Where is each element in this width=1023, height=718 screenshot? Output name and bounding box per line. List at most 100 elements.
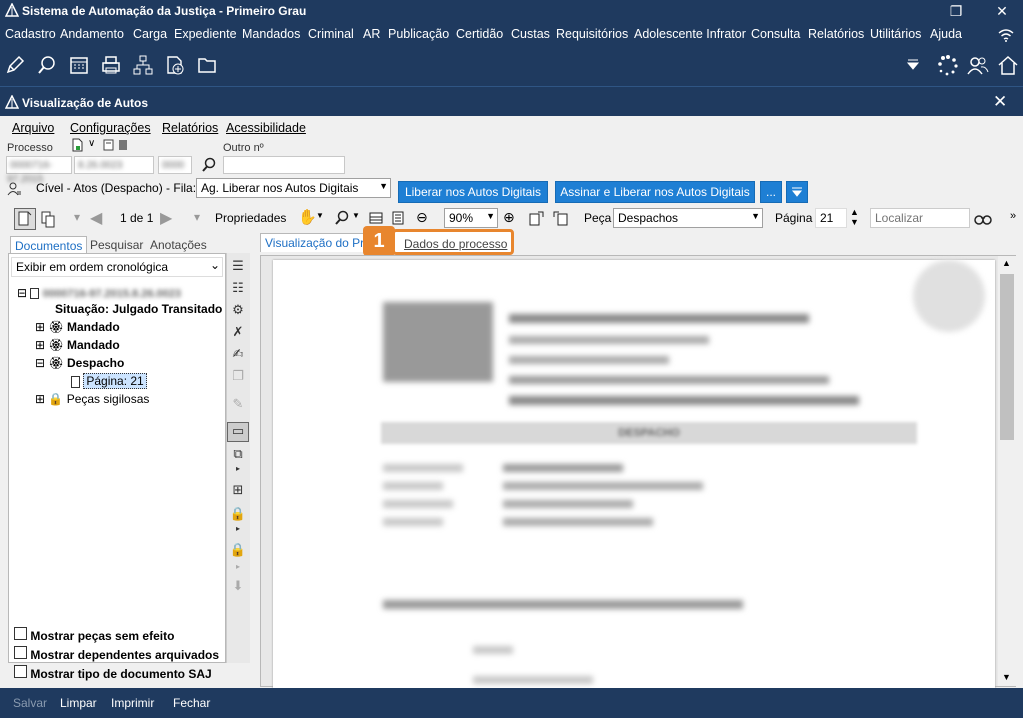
tab-visualizacao[interactable]: Visualização do Pro [260, 233, 376, 252]
liberar-button[interactable]: Liberar nos Autos Digitais [398, 181, 548, 203]
calendar-icon[interactable] [68, 54, 90, 76]
seal-remove-icon[interactable]: ✗ [227, 324, 249, 344]
tab-anotacoes[interactable]: Anotações [146, 236, 211, 254]
list-add-icon[interactable]: ☷ [227, 280, 249, 300]
scroll-up-icon[interactable]: ▲ [1002, 258, 1011, 268]
add-note-icon[interactable]: ⊞ [227, 482, 249, 502]
hierarchy-icon[interactable] [132, 54, 154, 76]
zoom-out-icon[interactable]: ⊖ [416, 209, 428, 226]
note-tool-icon[interactable]: ▭ [227, 422, 249, 442]
zoom-select[interactable]: 90% ▼ [444, 208, 498, 228]
checkbox-dependentes[interactable]: Mostrar dependentes arquivados [14, 646, 219, 662]
overflow-icon[interactable]: » [1010, 210, 1016, 222]
tree-expand-icon[interactable]: ⊞ [35, 392, 45, 406]
menu-publicacao[interactable]: Publicação [388, 27, 449, 41]
pagina-input[interactable]: 21 [815, 208, 847, 228]
vertical-scrollbar[interactable]: ▲ ▼ [998, 256, 1016, 686]
zoom-search-icon[interactable] [334, 210, 350, 226]
checkbox-box[interactable] [14, 665, 27, 678]
binoculars-icon[interactable] [974, 210, 992, 226]
menu-andamento[interactable]: Andamento [60, 27, 124, 41]
last-page-button[interactable]: ▾ [194, 210, 200, 224]
zoom-in-icon[interactable]: ⊕ [503, 209, 515, 226]
stamp-more-icon[interactable]: ▸ [227, 464, 249, 484]
menu-custas[interactable]: Custas [511, 27, 550, 41]
document-green-icon[interactable] [70, 138, 84, 152]
search-icon[interactable] [201, 157, 217, 173]
toggle-panel-button[interactable] [14, 208, 36, 230]
tree-item-sigilosas[interactable]: ⊞ 🔒 Peças sigilosas [35, 392, 149, 406]
tree-expand-icon[interactable]: ⊞ [35, 320, 45, 334]
note-icon[interactable] [103, 139, 115, 151]
menu-criminal[interactable]: Criminal [308, 27, 354, 41]
search-document-icon[interactable] [36, 54, 58, 76]
checkbox-box[interactable] [14, 627, 27, 640]
home-icon[interactable] [997, 54, 1019, 76]
menu-certidao[interactable]: Certidão [456, 27, 503, 41]
tree-collapse-icon[interactable]: ⊟ [17, 286, 27, 300]
hand-dropdown-icon[interactable]: ▼ [316, 211, 324, 220]
tree-item-mandado-1[interactable]: ⊞ 🏵 Mandado [35, 320, 120, 334]
checkbox-sem-efeito[interactable]: Mostrar peças sem efeito [14, 627, 174, 643]
processo-number-part2[interactable]: 8.26.0023 [74, 156, 154, 174]
rotate-icon[interactable] [528, 209, 546, 227]
tree-expand-icon[interactable]: ⊞ [35, 338, 45, 352]
tree-collapse-icon[interactable]: ⊟ [35, 356, 45, 370]
tree-item-despacho[interactable]: ⊟ 🏵 Despacho [35, 356, 124, 370]
imprimir-button[interactable]: Imprimir [111, 696, 154, 710]
fila-select[interactable]: Ag. Liberar nos Autos Digitais ▼ [196, 178, 391, 198]
chevron-down-icon[interactable]: ∨ [88, 138, 95, 149]
limpar-button[interactable]: Limpar [60, 696, 97, 710]
folder-icon[interactable] [196, 54, 218, 76]
users-icon[interactable] [967, 54, 989, 76]
rotate-left-icon[interactable] [551, 209, 569, 227]
copy-pages-icon[interactable] [40, 210, 56, 228]
menu-consulta[interactable]: Consulta [751, 27, 800, 41]
edit-icon[interactable] [4, 54, 26, 76]
menu-cadastro[interactable]: Cadastro [5, 27, 56, 41]
peca-select[interactable]: Despachos ▼ [613, 208, 763, 228]
localizar-input[interactable] [870, 208, 970, 228]
pagina-stepper-icon[interactable]: ▲ ▼ [850, 207, 859, 227]
menu-utilitarios[interactable]: Utilitários [870, 27, 921, 41]
seal-add-icon[interactable]: ⚙ [227, 302, 249, 322]
restore-button[interactable]: ❐ [938, 0, 974, 22]
tab-dados-processo[interactable]: Dados do processo [400, 235, 511, 253]
tree-item-mandado-2[interactable]: ⊞ 🏵 Mandado [35, 338, 120, 352]
hand-tool-icon[interactable]: ✋ [298, 208, 317, 226]
close-window-button[interactable]: ✕ [993, 92, 1007, 112]
add-document-icon[interactable] [164, 54, 186, 76]
scroll-thumb[interactable] [1000, 274, 1014, 440]
checkbox-tipo-documento[interactable]: Mostrar tipo de documento SAJ [14, 665, 212, 681]
menu-relatorios[interactable]: Relatórios [808, 27, 864, 41]
menu-mandados[interactable]: Mandados [242, 27, 300, 41]
menu-ar[interactable]: AR [363, 27, 380, 41]
processo-number-part3[interactable]: 0000 [158, 156, 192, 174]
processo-number-part1[interactable]: 0000716-97.2015 [6, 156, 72, 185]
tree-item-pagina[interactable]: Página: 21 [71, 373, 147, 389]
close-app-button[interactable]: ✕ [984, 0, 1020, 22]
salvar-button[interactable]: Salvar [13, 696, 47, 710]
printer-icon[interactable] [100, 54, 122, 76]
menu-carga[interactable]: Carga [133, 27, 167, 41]
dropdown-arrow-icon[interactable] [906, 59, 920, 71]
zoom-search-dropdown-icon[interactable]: ▼ [352, 211, 360, 220]
lock-more-icon[interactable]: ▸ [227, 524, 249, 544]
sign-icon[interactable]: ✍ [227, 346, 249, 366]
scroll-down-icon[interactable]: ▼ [1002, 672, 1011, 682]
prev-page-button[interactable]: ◀ [90, 208, 102, 228]
outro-numero-input[interactable] [223, 156, 345, 174]
more-options-button[interactable]: ... [760, 181, 782, 203]
next-page-button[interactable]: ▶ [160, 208, 172, 228]
fechar-button[interactable]: Fechar [173, 696, 210, 710]
first-page-button[interactable]: ▾ [74, 210, 80, 224]
order-select[interactable]: Exibir em ordem cronológica ⌄ [11, 257, 223, 277]
propriedades-button[interactable]: Propriedades [215, 211, 286, 225]
menu-arquivo[interactable]: Arquivo [12, 121, 54, 135]
lock-tool-icon[interactable]: 🔒 [227, 506, 249, 526]
menu-configuracoes[interactable]: Configurações [70, 121, 151, 135]
menu-relatorios-window[interactable]: Relatórios [162, 121, 218, 135]
collapse-button[interactable] [786, 181, 808, 203]
checkbox-box[interactable] [14, 646, 27, 659]
menu-requisitorios[interactable]: Requisitórios [556, 27, 628, 41]
